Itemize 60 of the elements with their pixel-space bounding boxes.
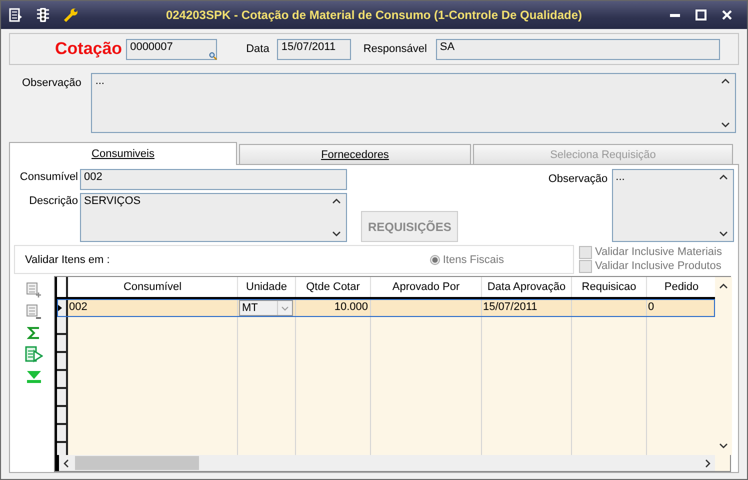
scroll-up-icon[interactable] bbox=[720, 78, 730, 84]
data-field[interactable]: 15/07/2011 bbox=[277, 38, 352, 60]
scroll-down-icon[interactable] bbox=[332, 231, 340, 237]
responsavel-field[interactable]: SA bbox=[436, 38, 720, 60]
consumivel-field[interactable]: 002 bbox=[80, 169, 347, 190]
table-row[interactable]: 002 MT 10.000 15/07/2011 0 bbox=[57, 299, 715, 317]
window-title: 024203SPK - Cotação de Material de Consumo (1-Controle De Qualidade) bbox=[164, 8, 584, 22]
row-header[interactable] bbox=[57, 371, 68, 389]
row-header[interactable] bbox=[57, 389, 68, 407]
row-header[interactable] bbox=[57, 317, 68, 335]
scroll-thumb[interactable] bbox=[75, 456, 199, 470]
maximize-icon[interactable] bbox=[695, 9, 707, 21]
scroll-down-icon[interactable] bbox=[719, 443, 728, 449]
consumivel-label: Consumível bbox=[18, 171, 78, 183]
row-header[interactable] bbox=[57, 425, 68, 443]
cotacao-field[interactable]: 0000007 bbox=[126, 38, 218, 60]
column-header[interactable]: Consumível bbox=[68, 277, 238, 297]
observacao-label: Observação bbox=[22, 77, 82, 91]
row-header[interactable] bbox=[57, 407, 68, 425]
scroll-up-icon[interactable] bbox=[718, 174, 728, 180]
table-cell: 10.000 bbox=[334, 301, 368, 313]
document-menu-icon[interactable] bbox=[9, 8, 23, 22]
scroll-right-icon[interactable] bbox=[705, 458, 711, 468]
cotacao-label: Cotação bbox=[55, 39, 122, 59]
tab[interactable]: Consumiveis bbox=[9, 142, 237, 165]
column-header[interactable]: Qtde Cotar bbox=[296, 277, 371, 297]
sum-icon[interactable] bbox=[27, 326, 41, 340]
remove-row-icon[interactable] bbox=[26, 304, 42, 320]
column-header[interactable]: Unidade bbox=[238, 277, 296, 297]
search-icon[interactable] bbox=[209, 52, 218, 60]
row-header[interactable] bbox=[57, 299, 68, 316]
table-cell: 0 bbox=[648, 301, 654, 313]
scroll-down-icon[interactable] bbox=[720, 122, 730, 128]
scroll-up-icon[interactable] bbox=[719, 283, 728, 289]
scroll-up-icon[interactable] bbox=[332, 198, 340, 204]
responsavel-label: Responsável bbox=[363, 43, 427, 55]
close-icon[interactable] bbox=[721, 9, 733, 21]
tab[interactable]: Fornecedores bbox=[239, 144, 471, 164]
column-header[interactable]: Data Aprovação bbox=[482, 277, 572, 297]
column-header[interactable]: Aprovado Por bbox=[371, 277, 482, 297]
row-header[interactable] bbox=[57, 353, 68, 371]
export-icon[interactable] bbox=[25, 346, 43, 364]
descricao-field[interactable]: SERVIÇOS bbox=[80, 193, 347, 242]
table-cell: 002 bbox=[69, 301, 88, 313]
wrench-icon[interactable] bbox=[63, 7, 79, 23]
observacao-field[interactable]: ... bbox=[91, 73, 736, 133]
unit-dropdown[interactable]: MT bbox=[239, 300, 293, 316]
scroll-left-icon[interactable] bbox=[63, 458, 69, 468]
scroll-down-icon[interactable] bbox=[718, 231, 728, 237]
add-row-icon[interactable] bbox=[26, 282, 42, 298]
traffic-light-icon[interactable] bbox=[35, 7, 51, 23]
observacao-label: Observação bbox=[548, 173, 608, 185]
horizontal-scrollbar[interactable] bbox=[55, 455, 715, 471]
observacao-field[interactable]: ... bbox=[612, 169, 734, 242]
data-label: Data bbox=[246, 43, 270, 55]
descricao-label: Descrição bbox=[28, 195, 78, 207]
table-cell: 15/07/2011 bbox=[483, 301, 538, 313]
validar-label: Validar Itens em : bbox=[25, 254, 110, 266]
row-header[interactable] bbox=[57, 335, 68, 353]
column-header[interactable]: Requisicao bbox=[572, 277, 647, 297]
